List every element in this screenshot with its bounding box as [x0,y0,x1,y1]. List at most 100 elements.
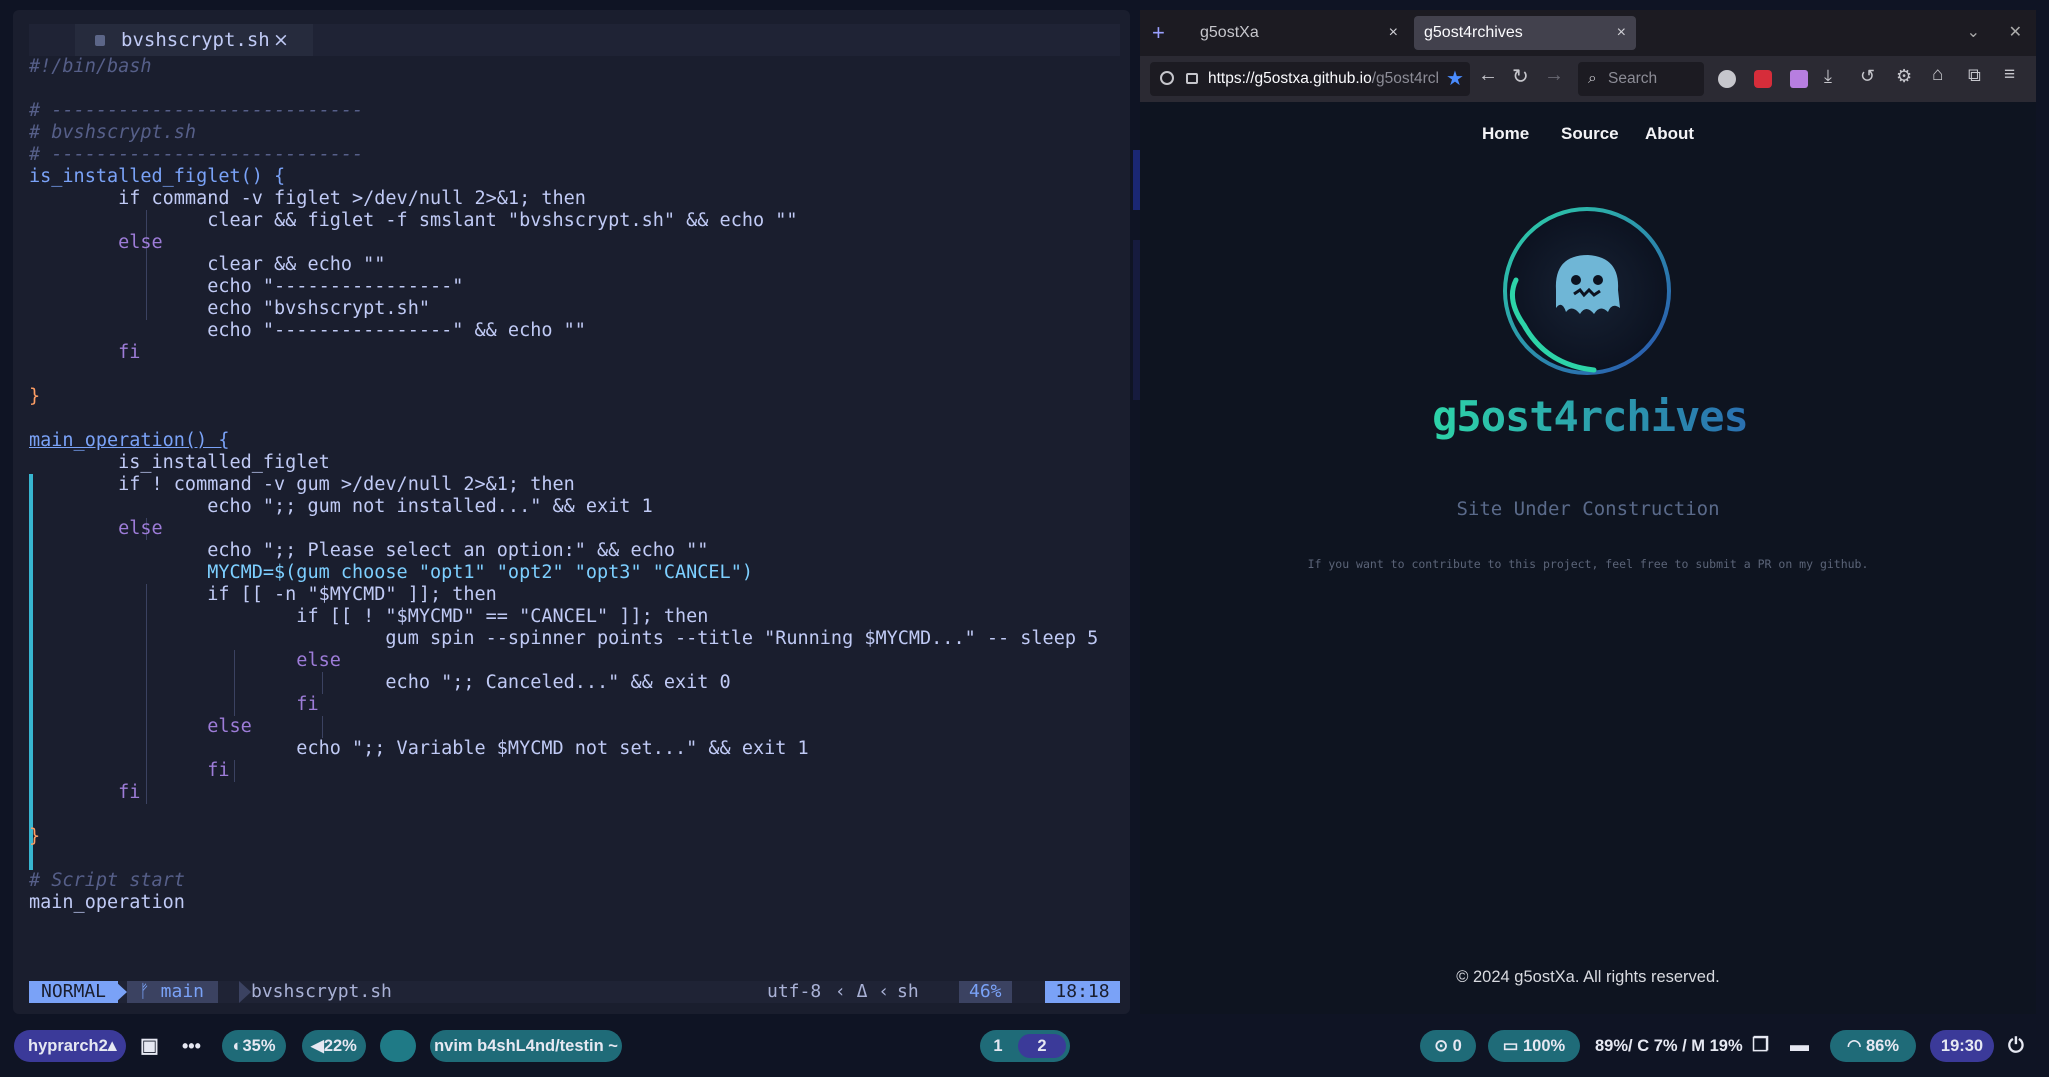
separator-arrow [239,981,251,1003]
encoding: utf-8 [767,981,822,1002]
chevron-down-icon[interactable]: ⌄ [1967,16,1980,50]
active-window-title[interactable]: nvim b4shL4nd/testin ~ [430,1030,622,1062]
code-line: fi [29,782,141,803]
code-line: echo ";; Variable $MYCMD not set..." && … [29,738,809,759]
site-subtitle: Site Under Construction [1456,498,1720,520]
browser-tabbar: + g5ostXa × g5ost4rchives × ⌄ ✕ [1140,10,2036,56]
gear-icon[interactable]: ⚙ [1896,66,1912,87]
brightness-icon: ◐ [232,1037,243,1055]
close-icon[interactable]: × [273,24,289,56]
wifi-icon: ◠ [1846,1037,1862,1055]
more-icon[interactable]: ••• [182,1030,201,1062]
code-line: is_installed_figlet() { [29,166,286,187]
extension-icon[interactable] [1790,70,1808,88]
scroll-percent: 46% [959,981,1012,1003]
site-footer: © 2024 g5ostXa. All rights reserved. [1456,968,1720,986]
volume-icon: ◀ [311,1037,324,1055]
browser-window[interactable]: + g5ostXa × g5ost4rchives × ⌄ ✕ https://… [1140,10,2036,1014]
search-box[interactable]: ⌕ Search [1578,62,1704,96]
wifi-indicator[interactable]: ◠ 86% [1830,1030,1916,1062]
wallpaper-fragment [1133,150,1140,210]
site-note: If you want to contribute to this projec… [1307,557,1869,571]
code-line: echo "bvshscrypt.sh" [29,298,430,319]
battery-icon: ▭ [1502,1037,1519,1055]
browser-navbar: https://g5ostxa.github.io/g5ost4rchives … [1140,56,2036,102]
ublock-icon[interactable] [1754,70,1772,88]
code-line: echo ";; Canceled..." && exit 0 [29,672,731,693]
system-stats: 89%/ C 7% / M 19% [1595,1037,1743,1055]
cursor-position: 18:18 [1045,981,1120,1003]
brightness-indicator[interactable]: ◐35% [222,1030,286,1062]
download-circle-icon: ⊙ [1434,1037,1449,1055]
code-line: # ---------------------------- [29,100,364,121]
indent-guide [322,716,323,738]
nav-source[interactable]: Source [1561,124,1619,144]
code-line: #!/bin/bash [29,56,152,77]
git-branch-icon: ᚠ [139,981,161,1002]
menu-icon[interactable]: ≡ [2004,64,2015,86]
editor-tab-label: bvshscrypt.sh [121,29,270,51]
status-line: NORMAL ᚠ main bvshscrypt.sh utf-8 ‹ Δ ‹ … [29,981,1120,1003]
back-icon[interactable]: ← [1478,64,1498,87]
search-placeholder: Search [1608,70,1658,87]
code-line: # Script start [29,870,185,891]
nav-home[interactable]: Home [1482,124,1529,144]
editor-tabbar: bvshscrypt.sh × [29,24,1120,56]
code-line: else [29,518,163,539]
new-tab-button[interactable]: + [1152,16,1165,50]
site-title: g5ost4rchives [1432,392,1749,441]
forward-icon[interactable]: → [1544,64,1564,87]
window-close-icon[interactable]: ✕ [2009,16,2022,50]
code-line: else [29,232,163,253]
code-line: echo "----------------" && echo "" [29,320,586,341]
code-line: if ! command -v gum >/dev/null 2>&1; the… [29,474,575,495]
browser-tab[interactable]: g5ostXa × [1186,16,1408,50]
file-icon [95,35,105,46]
nav-about[interactable]: About [1645,124,1694,144]
clipboard-icon[interactable]: ❐ [1752,1030,1769,1062]
code-line: else [29,650,341,671]
status-dot[interactable] [380,1030,416,1062]
lock-icon[interactable] [1186,73,1198,84]
workspace-name[interactable]: hyprarch2 ▲ [14,1030,126,1062]
arch-icon: ▲ [104,1037,121,1055]
search-icon: ⌕ [1588,70,1597,87]
close-icon[interactable]: × [1617,16,1626,50]
download-icon[interactable]: ⤓ [1824,66,1832,87]
battery-indicator[interactable]: ▭ 100% [1488,1030,1580,1062]
browser-tab-active[interactable]: g5ost4rchives × [1414,16,1636,50]
image-icon[interactable]: ▣ [140,1030,159,1062]
home-icon[interactable]: ⌂ [1932,64,1943,86]
code-line: if [[ -n "$MYCMD" ]]; then [29,584,497,605]
code-line: fi [29,694,319,715]
code-line: is_installed_figlet [29,452,330,473]
volume-indicator[interactable]: ◀22% [302,1030,366,1062]
reload-icon[interactable]: ↻ [1512,64,1529,89]
editor-tab[interactable]: bvshscrypt.sh × [75,24,313,56]
extensions-icon[interactable]: ⧉ [1968,65,1981,86]
web-page: Home Source About g5ost4rchives Site Und… [1140,102,2036,1014]
code-line: echo "----------------" [29,276,464,297]
close-icon[interactable]: × [1389,16,1398,50]
code-line: gum spin --spinner points --title "Runni… [29,628,1099,649]
workspace-1[interactable]: 1 [984,1034,1012,1058]
code-line: fi [29,760,230,781]
shield-icon[interactable] [1160,71,1174,85]
clock[interactable]: 19:30 [1930,1030,1994,1062]
ghost-logo [1496,200,1678,382]
code-area[interactable]: #!/bin/bash # --------------------------… [29,56,1120,980]
updates-indicator[interactable]: ⊙ 0 [1420,1030,1476,1062]
workspace-2[interactable]: 2 [1018,1034,1066,1058]
editor-window[interactable]: bvshscrypt.sh × #!/bin/bash # ----------… [13,10,1130,1014]
power-icon[interactable]: ⏻ [2008,1030,2024,1062]
history-icon[interactable]: ↺ [1860,66,1875,87]
wallpaper-fragment [1133,240,1140,400]
code-line: clear && figlet -f smslant "bvshscrypt.s… [29,210,798,231]
browser-tab-label: g5ostXa [1200,24,1259,41]
folder-icon[interactable]: ▬ [1790,1030,1809,1062]
browser-tab-label: g5ost4rchives [1424,24,1523,41]
star-icon[interactable]: ★ [1446,66,1464,91]
url-bar[interactable]: https://g5ostxa.github.io/g5ost4rchives … [1150,62,1470,96]
extension-icon[interactable] [1718,70,1736,88]
git-branch: ᚠ main [127,981,218,1003]
